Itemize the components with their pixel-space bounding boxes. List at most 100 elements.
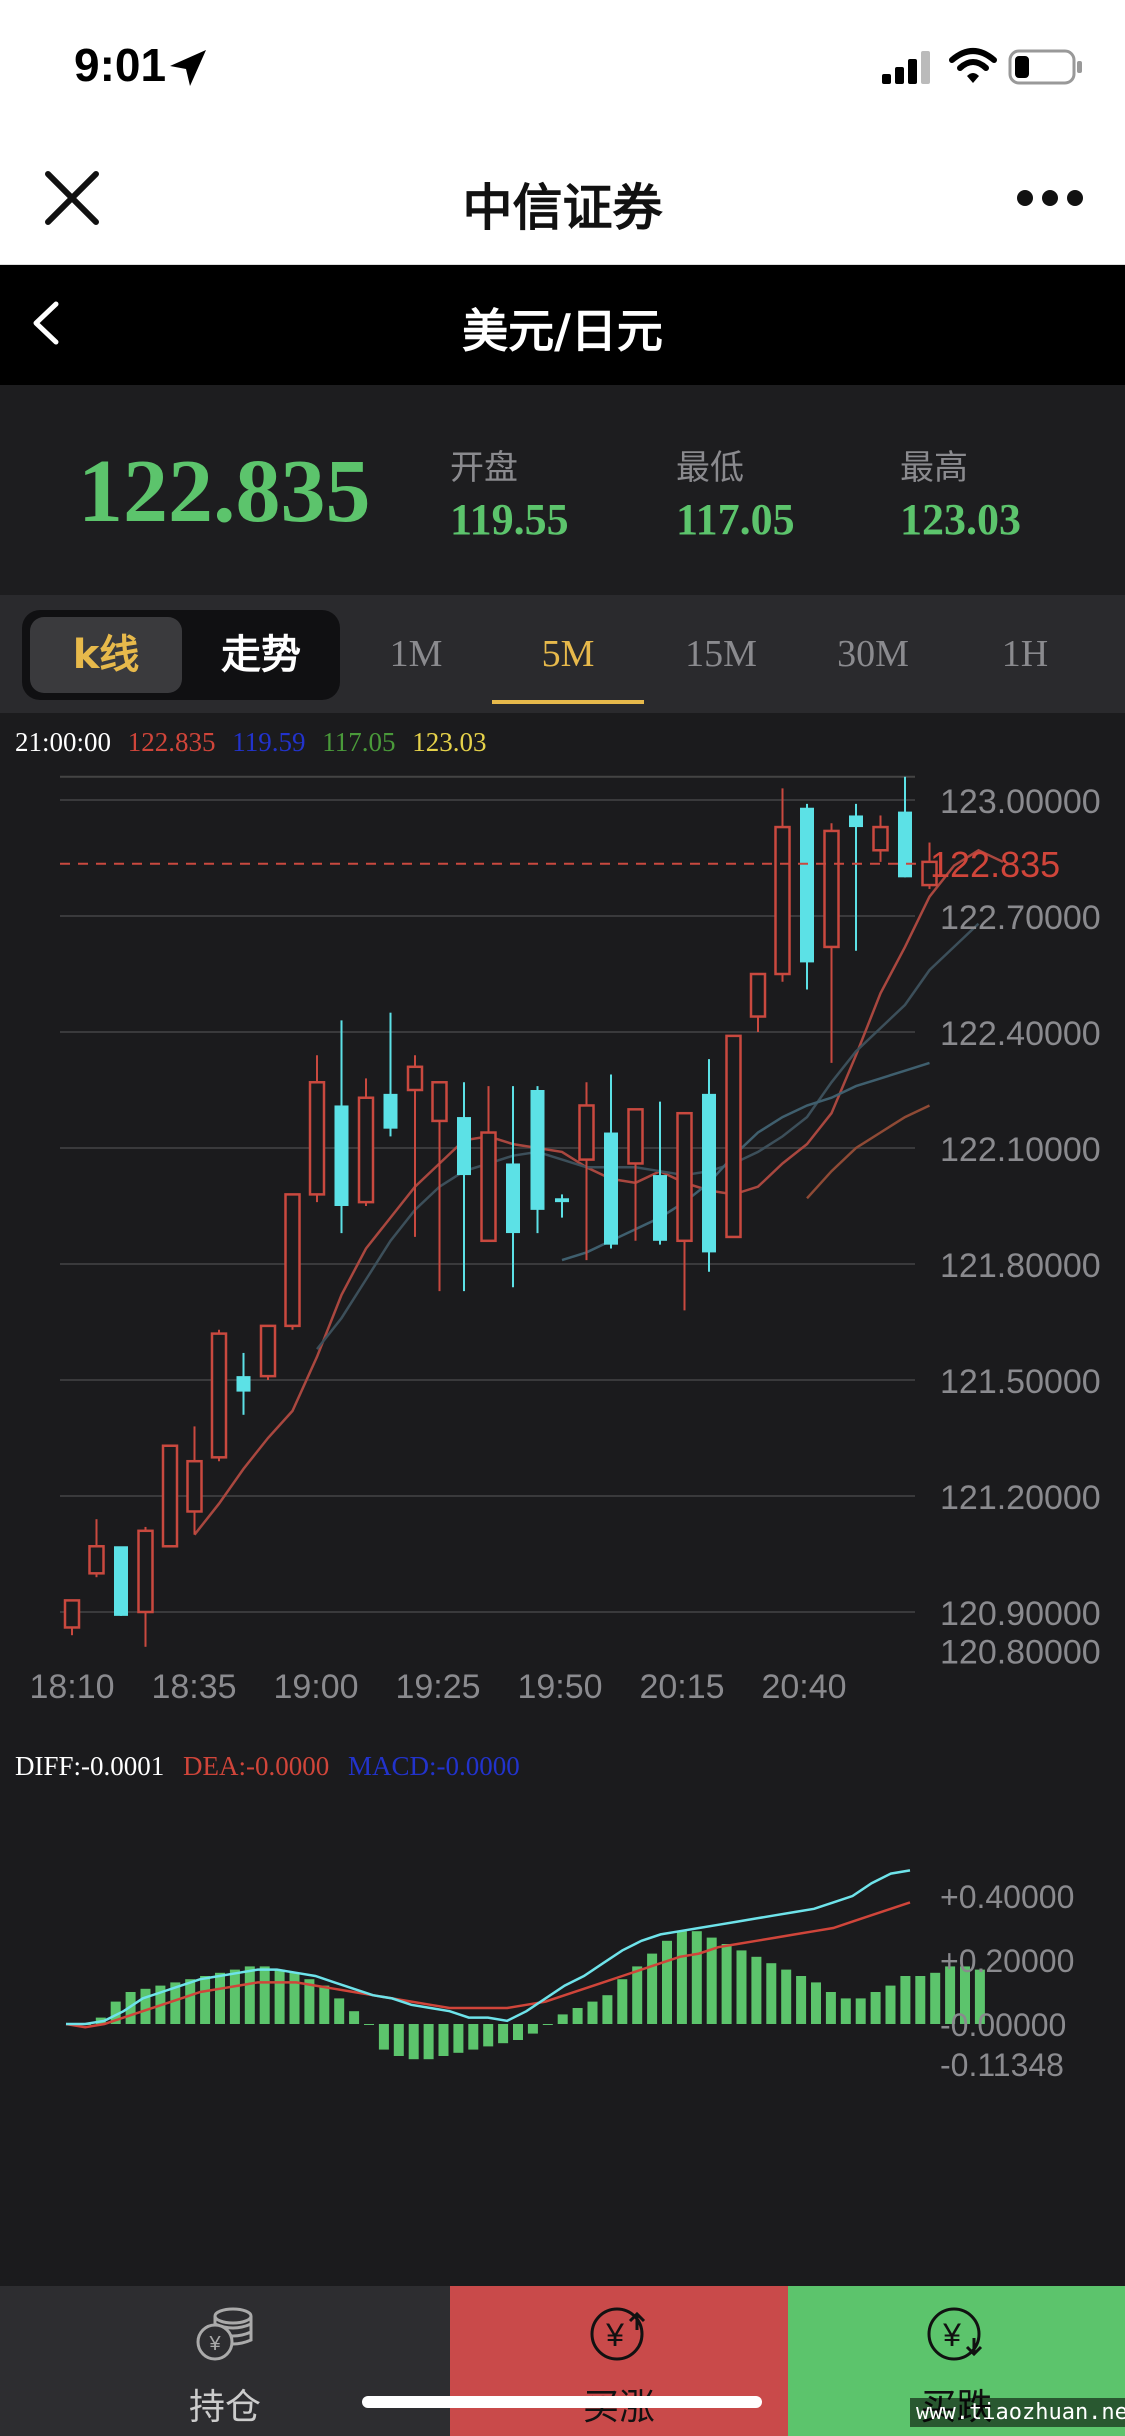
candle (431, 1081, 448, 1292)
macd-tick-label: -0.11348 (940, 2047, 1064, 2083)
macd-bar (229, 1969, 240, 2024)
candle (334, 1020, 349, 1234)
candle (702, 1059, 716, 1272)
candle (506, 1086, 520, 1288)
info-time: 21:00:00 (15, 727, 112, 757)
time-tick-label: 18:10 (29, 1668, 114, 1706)
tab-trend[interactable]: 走势 (186, 617, 336, 693)
tab-period-15m[interactable]: 15M (656, 632, 786, 676)
price-tick-label: 122.70000 (940, 899, 1101, 937)
battery-icon (1008, 49, 1082, 85)
time-axis: 18:10 18:35 19:00 19:25 19:50 20:15 20:40 (29, 1668, 846, 1706)
candle-body (114, 1546, 128, 1616)
time-tick-label: 19:00 (273, 1668, 358, 1706)
macd-bar (393, 2024, 404, 2056)
candle (725, 1034, 742, 1239)
kline-info-line: 21:00:00 122.835 119.59 117.05 123.03 (15, 727, 487, 758)
svg-text:¥: ¥ (605, 2317, 624, 2353)
candle-body (506, 1163, 520, 1234)
candle (284, 1193, 301, 1330)
macd-bar (438, 2024, 449, 2056)
macd-bar (766, 1963, 777, 2024)
macd-bar (751, 1956, 762, 2024)
candle (259, 1324, 277, 1380)
macd-tick-label: -0.00000 (940, 2007, 1066, 2043)
tab-period-1h[interactable]: 1H (960, 632, 1090, 676)
macd-bar (542, 2024, 553, 2025)
home-indicator (362, 2396, 762, 2408)
candle-body (63, 1599, 81, 1629)
macd-bar (840, 1998, 851, 2024)
candles (63, 776, 938, 1647)
candle (774, 788, 791, 982)
info-value-3: 117.05 (322, 727, 396, 757)
macd-bar (423, 2024, 434, 2060)
price-tick-label: 122.40000 (940, 1015, 1101, 1053)
candle (63, 1599, 81, 1636)
candle (236, 1352, 251, 1415)
price-tick-label: 122.10000 (940, 1131, 1101, 1169)
tab-period-1m[interactable]: 1M (351, 632, 481, 676)
open-value: 119.55 (450, 495, 569, 544)
macd-tick-label: +0.40000 (940, 1879, 1074, 1915)
candle (530, 1086, 545, 1234)
macd-bar (513, 2024, 523, 2040)
macd-bar (140, 1988, 151, 2024)
info-value-2: 119.59 (232, 727, 306, 757)
macd-chart[interactable]: +0.40000 +0.20000 -0.00000 -0.11348 (0, 1800, 1125, 2100)
hold-button[interactable]: ¥ 持仓 (0, 2286, 450, 2436)
macd-bar (691, 1931, 702, 2024)
ma-line (316, 922, 980, 1350)
candlestick-chart[interactable]: 122.835 123.00000 122.70000 122.40000 122.1… (0, 770, 1125, 1720)
macd-bar (811, 1982, 821, 2024)
signal-icon (882, 51, 930, 84)
candle (161, 1444, 179, 1548)
candle-body (578, 1104, 595, 1161)
tab-period-5m[interactable]: 5M (503, 632, 633, 676)
candle-body (702, 1093, 716, 1253)
macd-bar (408, 2024, 419, 2060)
candle-body (406, 1065, 424, 1092)
macd-bar (468, 2024, 479, 2050)
time-tick-label: 20:15 (639, 1668, 724, 1706)
price-tick-label: 121.20000 (940, 1479, 1101, 1517)
candle (406, 1055, 424, 1237)
macd-bar (736, 1950, 747, 2024)
macd-bar (781, 1969, 792, 2024)
macd-bar (587, 2001, 598, 2024)
candle (210, 1329, 228, 1462)
macd-bar (632, 1966, 643, 2024)
macd-bar (527, 2024, 538, 2034)
info-value-4: 123.03 (412, 727, 487, 757)
candle-body (431, 1081, 448, 1123)
candle-body (357, 1096, 375, 1204)
open-label: 开盘 (450, 448, 518, 488)
svg-text:¥: ¥ (208, 2333, 221, 2355)
price-axis: 123.00000 122.70000 122.40000 122.10000 121.… (940, 783, 1101, 1672)
candle (555, 1194, 569, 1218)
candle-body (236, 1376, 251, 1392)
more-icon[interactable] (1015, 186, 1085, 210)
price-tick-label: 123.00000 (940, 783, 1101, 821)
candle-body (88, 1545, 105, 1575)
candle-body (849, 815, 863, 828)
buy-up-button[interactable]: ¥ 买涨 (450, 2286, 788, 2436)
current-price-label: 122.835 (930, 844, 1060, 885)
candle-body (457, 1117, 471, 1176)
active-period-underline (492, 700, 644, 704)
macd-bar (557, 2014, 568, 2024)
candle-body (555, 1198, 569, 1203)
candle (823, 823, 840, 1063)
candle (676, 1111, 693, 1311)
macd-bar (796, 1976, 807, 2024)
tab-period-30m[interactable]: 30M (808, 632, 938, 676)
price-tick-label: 120.90000 (940, 1595, 1101, 1633)
candle (872, 815, 889, 862)
macd-bar (721, 1944, 732, 2024)
macd-bar (378, 2024, 389, 2050)
macd-bar (215, 1972, 225, 2024)
status-time: 9:01 (74, 39, 167, 91)
price-tick-label: 121.50000 (940, 1363, 1101, 1401)
macd-info-line: DIFF:-0.0001 DEA:-0.0000 MACD:-0.0000 (15, 1751, 520, 1782)
tab-kline[interactable]: k线 (30, 617, 182, 693)
